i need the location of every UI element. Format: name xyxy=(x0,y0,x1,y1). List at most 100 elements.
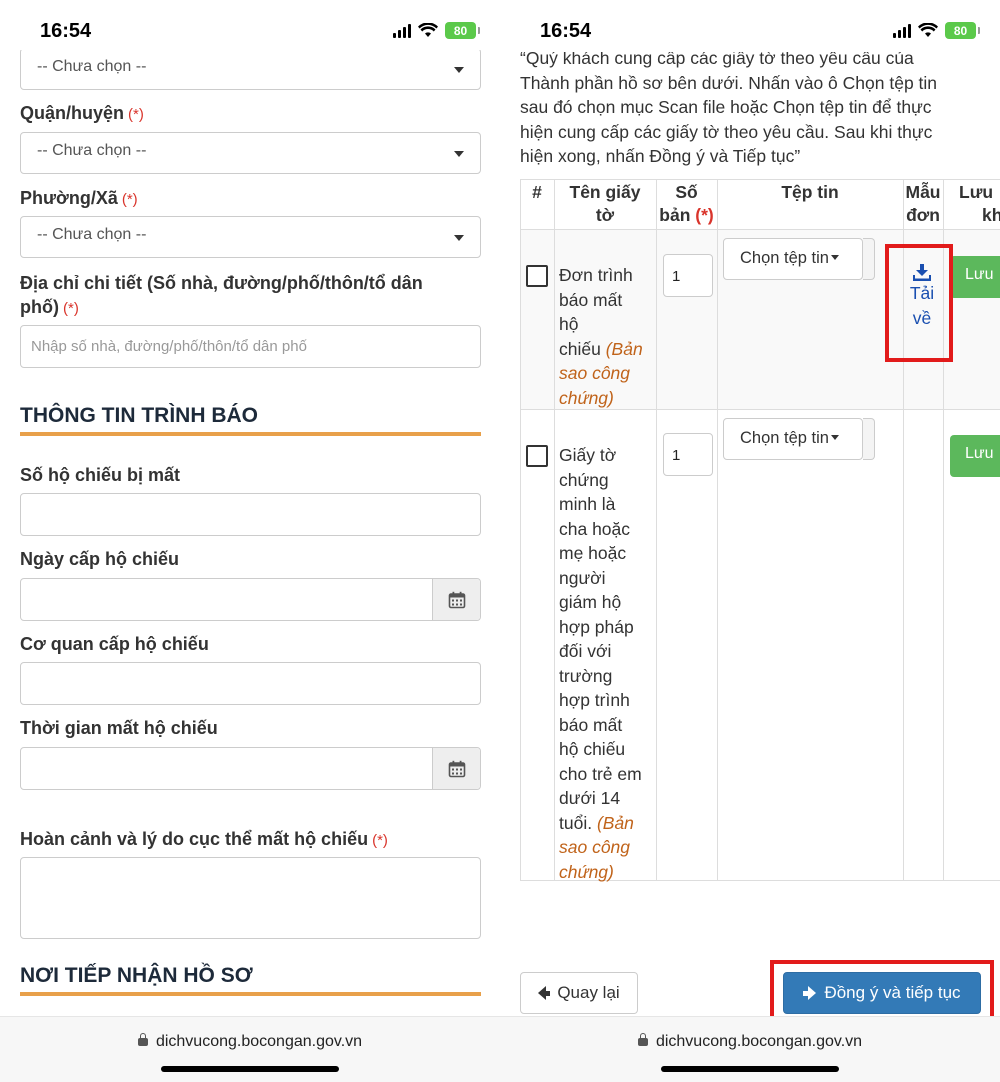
back-button[interactable]: Quay lại xyxy=(520,972,638,1014)
required-mark: (*) xyxy=(62,300,79,317)
table-divider xyxy=(554,179,555,881)
status-time: 16:54 xyxy=(40,20,92,42)
address-input[interactable]: Nhập số nhà, đường/phố/thôn/tổ dân phố xyxy=(20,325,481,368)
calendar-button[interactable] xyxy=(432,748,480,789)
header-file: Tệp tin xyxy=(781,182,839,202)
battery-icon: 80 xyxy=(945,22,980,39)
row-checkbox[interactable] xyxy=(526,265,548,287)
left-screen: -- Chưa chọn -- 16:54 80 Quận/huyện (*) -… xyxy=(0,0,500,1082)
issue-date-label: Ngày cấp hộ chiếu xyxy=(20,549,180,569)
document-name-line: hộ chiếu xyxy=(559,739,626,759)
issuing-agency-input[interactable] xyxy=(20,662,481,705)
save-button[interactable]: Lưu xyxy=(950,256,1000,298)
passport-number-input[interactable] xyxy=(20,493,481,536)
document-note: sao công xyxy=(559,363,631,383)
table-divider xyxy=(520,229,1000,230)
copies-input[interactable]: 1 xyxy=(663,254,713,297)
district-label-text: Quận/huyện xyxy=(20,103,125,123)
document-note: (Bản xyxy=(605,338,643,359)
district-select-value: -- Chưa chọn -- xyxy=(37,142,147,159)
loss-reason-textarea[interactable] xyxy=(20,857,481,939)
choose-file-dropdown-edge[interactable] xyxy=(863,418,875,460)
top-select-value: -- Chưa chọn -- xyxy=(37,58,147,75)
section-divider xyxy=(20,992,481,996)
browser-url-bar: dichvucong.bocongan.gov.vn xyxy=(500,1016,1000,1082)
address-label: Địa chỉ chi tiết (Số nhà, đường/phố/thôn… xyxy=(20,271,423,321)
url-display[interactable]: dichvucong.bocongan.gov.vn xyxy=(500,1033,1000,1051)
lock-icon xyxy=(137,1033,148,1046)
header-copies-line2: bản xyxy=(659,205,691,225)
home-indicator[interactable] xyxy=(161,1066,339,1072)
loss-reason-label: Hoàn cảnh và lý do cục thể mất hộ chiếu(… xyxy=(20,827,388,853)
copies-input[interactable]: 1 xyxy=(663,433,713,476)
loss-time-input[interactable] xyxy=(20,747,481,790)
document-name-line: tuổi. xyxy=(559,812,593,833)
cellular-signal-icon xyxy=(893,23,911,38)
address-placeholder: Nhập số nhà, đường/phố/thôn/tổ dân phố xyxy=(31,338,307,355)
document-note: chứng) xyxy=(559,861,614,882)
header-save: Lưu kh xyxy=(953,181,1000,227)
district-select[interactable]: -- Chưa chọn -- xyxy=(20,132,481,174)
header-copies-line1: Số xyxy=(675,182,698,202)
table-divider xyxy=(656,179,657,881)
header-save-line1: Lưu xyxy=(959,182,994,202)
browser-url-bar: dichvucong.bocongan.gov.vn xyxy=(0,1016,500,1082)
url-display[interactable]: dichvucong.bocongan.gov.vn xyxy=(0,1033,500,1051)
ward-select-value: -- Chưa chọn -- xyxy=(37,226,147,243)
ward-select[interactable]: -- Chưa chọn -- xyxy=(20,216,481,258)
table-divider xyxy=(717,179,718,881)
instruction-line: Thành phần hồ sơ bên dưới. Nhấn vào ô Ch… xyxy=(520,72,938,93)
header-copies: Số bản (*) xyxy=(656,181,717,227)
document-name-line: cha hoặc xyxy=(559,518,631,539)
report-section-title: THÔNG TIN TRÌNH BÁO xyxy=(20,404,258,427)
document-name-line: giám hộ xyxy=(559,592,622,612)
choose-file-dropdown-edge[interactable] xyxy=(863,238,875,280)
status-icons: 80 xyxy=(393,22,480,39)
calendar-button[interactable] xyxy=(432,579,480,620)
issue-date-input[interactable] xyxy=(20,578,481,621)
battery-level: 80 xyxy=(953,23,968,38)
instruction-text: “Quý khách cung cấp các giấy tờ theo yêu… xyxy=(520,46,1000,169)
document-name-line: người xyxy=(559,567,606,588)
lock-icon xyxy=(637,1033,648,1046)
document-note: chứng) xyxy=(559,387,614,408)
required-mark: (*) xyxy=(695,205,714,225)
header-index: # xyxy=(532,182,542,202)
document-name-line: hộ xyxy=(559,314,579,334)
document-name-line: mẹ hoặc xyxy=(559,543,627,563)
battery-icon: 80 xyxy=(445,22,480,39)
status-time: 16:54 xyxy=(540,20,592,42)
save-button[interactable]: Lưu xyxy=(950,435,1000,477)
chevron-down-icon xyxy=(454,235,464,241)
document-name-line: chứng xyxy=(559,469,609,490)
loss-reason-label-text: Hoàn cảnh và lý do cục thể mất hộ chiếu xyxy=(20,829,369,849)
top-select[interactable]: -- Chưa chọn -- xyxy=(20,48,481,90)
instruction-line: sau đó chọn mục Scan file hoặc Chọn tệp … xyxy=(520,97,932,117)
document-name-line: cho trẻ em xyxy=(559,763,642,784)
choose-file-button[interactable]: Chọn tệp tin xyxy=(723,238,863,280)
header-template: Mẫu đơn xyxy=(903,181,943,227)
document-name-line: báo mất xyxy=(559,714,623,735)
document-name: Giấy tờ chứng minh là cha hoặc mẹ hoặc n… xyxy=(559,443,656,884)
wifi-icon xyxy=(918,23,938,37)
url-text: dichvucong.bocongan.gov.vn xyxy=(655,1033,863,1050)
document-name-line: minh là xyxy=(559,494,616,514)
header-template-line2: đơn xyxy=(906,205,940,225)
choose-file-button[interactable]: Chọn tệp tin xyxy=(723,418,863,460)
document-name-line: hợp trình xyxy=(559,690,630,710)
wifi-icon xyxy=(418,23,438,37)
caret-down-icon xyxy=(830,435,839,440)
required-mark: (*) xyxy=(128,106,144,123)
home-indicator[interactable] xyxy=(661,1066,839,1072)
ward-label: Phường/Xã (*) xyxy=(20,186,138,212)
document-name-line: dưới 14 xyxy=(559,788,621,808)
row-checkbox[interactable] xyxy=(526,445,548,467)
header-name-line1: Tên giấy xyxy=(569,182,641,202)
caret-down-icon xyxy=(830,255,839,260)
district-label: Quận/huyện (*) xyxy=(20,101,144,127)
document-name-line: chiếu xyxy=(559,338,601,359)
instruction-line: hiện cung cấp các giấy tờ theo yêu cầu. … xyxy=(520,121,933,142)
document-name: Đơn trình báo mất hộ chiếu (Bản sao công… xyxy=(559,263,656,410)
header-save-line2: kh xyxy=(982,205,1000,225)
calendar-icon xyxy=(448,591,465,608)
